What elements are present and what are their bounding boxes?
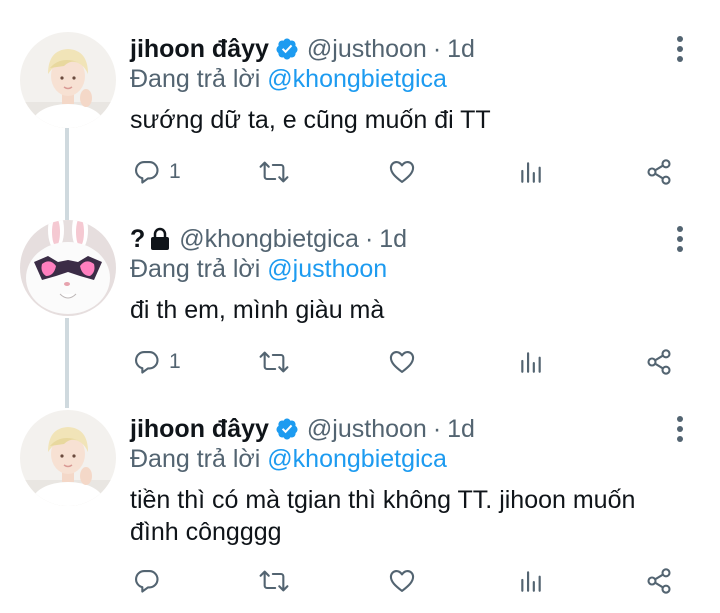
retweet-icon <box>259 161 289 183</box>
display-name[interactable]: ? <box>130 222 145 256</box>
share-button[interactable] <box>645 152 673 192</box>
action-bar: 1 <box>0 342 720 382</box>
tweet-text: đi th em, mình giàu mà <box>130 296 385 324</box>
tweet-header: jihoon đâyy @justhoon · 1d <box>130 412 475 446</box>
replying-to: Đang trả lời @khongbietgica <box>130 443 447 475</box>
tweet[interactable]: ? @khongbietgica · 1d Đang trả lời @just… <box>0 190 720 380</box>
analytics-button[interactable] <box>518 152 544 192</box>
reply-icon <box>135 570 159 593</box>
analytics-icon <box>521 352 541 373</box>
avatar[interactable] <box>20 220 116 316</box>
tweet[interactable]: jihoon đâyy @justhoon · 1d Đang trả lời … <box>0 0 720 190</box>
retweet-button[interactable] <box>258 342 290 382</box>
tweet-header: ? @khongbietgica · 1d <box>130 222 407 256</box>
analytics-icon <box>521 162 541 183</box>
like-icon <box>389 351 415 373</box>
share-button[interactable] <box>645 561 673 601</box>
reply-button[interactable]: 1 <box>133 342 181 382</box>
avatar[interactable] <box>20 410 116 506</box>
timestamp[interactable]: 1d <box>379 222 407 256</box>
reply-icon <box>135 351 159 374</box>
verified-badge-icon <box>276 418 298 440</box>
retweet-button[interactable] <box>258 561 290 601</box>
separator-dot: · <box>432 415 442 443</box>
separator-dot: · <box>432 35 442 63</box>
like-button[interactable] <box>387 561 417 601</box>
like-icon <box>389 161 415 183</box>
tweet-text: sướng dữ ta, e cũng muốn đi TT <box>130 106 491 134</box>
tweet-header: jihoon đâyy @justhoon · 1d <box>130 32 475 66</box>
action-bar <box>0 561 720 601</box>
user-handle[interactable]: @justhoon <box>307 32 427 66</box>
share-icon <box>647 159 671 185</box>
analytics-button[interactable] <box>518 342 544 382</box>
share-icon <box>647 568 671 594</box>
reply-count: 1 <box>169 160 181 183</box>
tweet-text: tiền thì có mà tgian thì không TT. jihoo… <box>130 486 636 546</box>
display-name[interactable]: jihoon đâyy <box>130 32 269 66</box>
share-button[interactable] <box>645 342 673 382</box>
user-handle[interactable]: @justhoon <box>307 412 427 446</box>
mention-link[interactable]: @khongbietgica <box>267 445 447 473</box>
avatar[interactable] <box>20 32 116 128</box>
replying-to: Đang trả lời @khongbietgica <box>130 63 447 95</box>
reply-button[interactable]: 1 <box>133 152 181 192</box>
replying-to-label: Đang trả lời <box>130 255 261 283</box>
reply-count: 1 <box>169 350 181 373</box>
share-icon <box>647 349 671 375</box>
replying-to: Đang trả lời @justhoon <box>130 253 387 285</box>
timestamp[interactable]: 1d <box>447 412 475 446</box>
lock-icon <box>151 227 170 250</box>
retweet-icon <box>259 570 289 592</box>
timestamp[interactable]: 1d <box>447 32 475 66</box>
more-icon[interactable] <box>668 34 692 64</box>
retweet-icon <box>259 351 289 373</box>
more-icon[interactable] <box>668 414 692 444</box>
like-button[interactable] <box>387 342 417 382</box>
replying-to-label: Đang trả lời <box>130 65 261 93</box>
separator-dot: · <box>364 225 374 253</box>
mention-link[interactable]: @justhoon <box>267 255 387 283</box>
tweet[interactable]: jihoon đâyy @justhoon · 1d Đang trả lời … <box>0 380 720 613</box>
retweet-button[interactable] <box>258 152 290 192</box>
action-bar: 1 <box>0 152 720 192</box>
like-icon <box>389 570 415 592</box>
mention-link[interactable]: @khongbietgica <box>267 65 447 93</box>
reply-button[interactable] <box>133 561 169 601</box>
replying-to-label: Đang trả lời <box>130 445 261 473</box>
more-icon[interactable] <box>668 224 692 254</box>
analytics-icon <box>521 571 541 592</box>
like-button[interactable] <box>387 152 417 192</box>
analytics-button[interactable] <box>518 561 544 601</box>
user-handle[interactable]: @khongbietgica <box>179 222 359 256</box>
display-name[interactable]: jihoon đâyy <box>130 412 269 446</box>
reply-icon <box>135 161 159 184</box>
verified-badge-icon <box>276 38 298 60</box>
